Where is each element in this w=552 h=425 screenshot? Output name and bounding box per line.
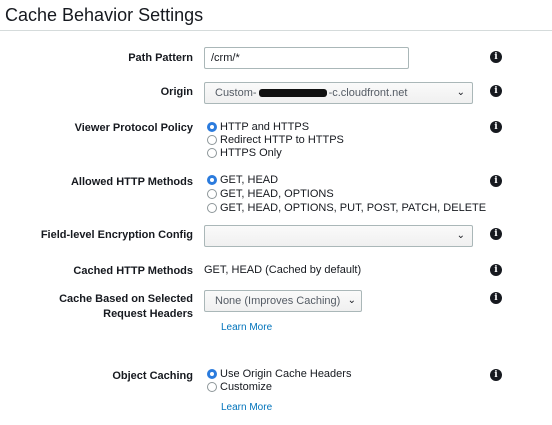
radio-label: GET, HEAD (220, 174, 279, 186)
origin-select[interactable]: Custom- -c.cloudfront.net ⌄ (204, 82, 473, 104)
chevron-down-icon: ⌄ (347, 295, 356, 306)
radio-button[interactable] (207, 189, 217, 199)
path-pattern-label: Path Pattern (128, 52, 193, 64)
cache-headers-select[interactable]: None (Improves Caching) ⌄ (204, 290, 362, 312)
info-icon[interactable]: i (490, 121, 502, 133)
info-icon[interactable]: i (490, 369, 502, 381)
page-title: Cache Behavior Settings (5, 5, 204, 25)
info-icon[interactable]: i (490, 175, 502, 187)
radio-label: GET, HEAD, OPTIONS, PUT, POST, PATCH, DE… (220, 202, 487, 214)
allowed-methods-label: Allowed HTTP Methods (70, 176, 193, 188)
cache-headers-label-line2: Request Headers (103, 308, 193, 320)
origin-label: Origin (160, 86, 193, 98)
info-icon[interactable]: i (490, 51, 502, 63)
info-icon[interactable]: i (490, 85, 502, 97)
radio-all-methods[interactable]: GET, HEAD, OPTIONS, PUT, POST, PATCH, DE… (207, 201, 486, 215)
redacted-block (258, 89, 327, 98)
radio-label: HTTPS Only (220, 146, 282, 159)
radio-button[interactable] (207, 121, 217, 132)
learn-more-link[interactable]: Learn More (221, 402, 272, 413)
radio-get-head[interactable]: GET, HEAD (207, 173, 486, 187)
radio-button[interactable] (207, 175, 217, 185)
radio-label: Customize (220, 380, 272, 393)
radio-label: GET, HEAD, OPTIONS (220, 188, 334, 200)
field-level-encryption-select[interactable]: ⌄ (204, 225, 473, 247)
radio-use-origin-cache-headers[interactable]: Use Origin Cache Headers (207, 367, 351, 380)
radio-https-only[interactable]: HTTPS Only (207, 146, 344, 159)
cache-headers-label-line1: Cache Based on Selected (59, 293, 193, 305)
radio-button[interactable] (207, 147, 217, 158)
radio-http-and-https[interactable]: HTTP and HTTPS (207, 120, 344, 133)
allowed-methods-group: GET, HEAD GET, HEAD, OPTIONS GET, HEAD, … (207, 173, 486, 215)
object-caching-label: Object Caching (112, 370, 193, 382)
chevron-down-icon: ⌄ (456, 87, 465, 98)
cache-headers-value: None (Improves Caching) (215, 295, 341, 307)
viewer-protocol-label: Viewer Protocol Policy (74, 122, 193, 134)
title-divider (0, 30, 552, 31)
origin-value-suffix: -c.cloudfront.net (328, 87, 408, 99)
viewer-protocol-group: HTTP and HTTPS Redirect HTTP to HTTPS HT… (207, 120, 344, 159)
radio-label: Use Origin Cache Headers (220, 367, 352, 380)
radio-button[interactable] (207, 203, 217, 213)
field-level-encryption-label: Field-level Encryption Config (40, 229, 193, 241)
info-icon[interactable]: i (490, 292, 502, 304)
cache-headers-label: Cache Based on Selected Request Headers (59, 292, 193, 322)
radio-button[interactable] (207, 368, 217, 379)
cached-methods-value: GET, HEAD (Cached by default) (204, 264, 362, 276)
origin-value-prefix: Custom- (215, 87, 257, 99)
radio-customize[interactable]: Customize (207, 380, 351, 393)
radio-button[interactable] (207, 381, 217, 392)
cached-methods-label: Cached HTTP Methods (73, 265, 193, 277)
learn-more-link[interactable]: Learn More (221, 322, 272, 333)
path-pattern-input[interactable] (204, 47, 409, 69)
info-icon[interactable]: i (490, 228, 502, 240)
radio-get-head-options[interactable]: GET, HEAD, OPTIONS (207, 187, 486, 201)
chevron-down-icon: ⌄ (456, 230, 465, 241)
radio-label: Redirect HTTP to HTTPS (220, 133, 344, 146)
object-caching-group: Use Origin Cache Headers Customize (207, 367, 351, 393)
info-icon[interactable]: i (490, 264, 502, 276)
radio-label: HTTP and HTTPS (220, 120, 310, 133)
radio-button[interactable] (207, 134, 217, 145)
radio-redirect-http-to-https[interactable]: Redirect HTTP to HTTPS (207, 133, 344, 146)
